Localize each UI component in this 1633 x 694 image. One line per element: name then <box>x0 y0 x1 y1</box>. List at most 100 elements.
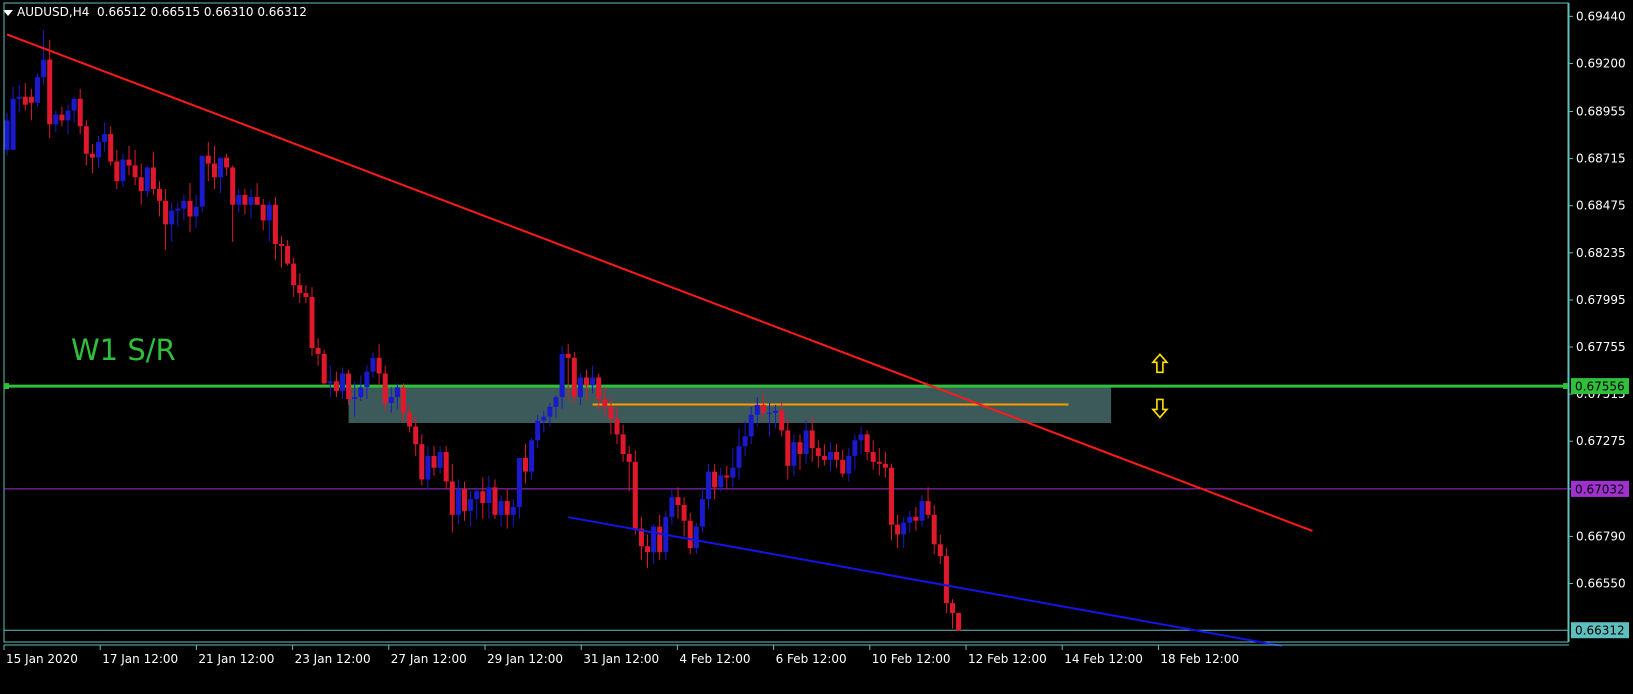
candle-body <box>535 420 541 441</box>
candle-body <box>41 59 47 78</box>
candle-body <box>693 526 699 549</box>
candle-body <box>492 487 498 515</box>
x-tick-label: 31 Jan 12:00 <box>583 652 659 666</box>
candle-body <box>157 189 162 201</box>
candle-body <box>480 491 486 504</box>
candle-body <box>230 167 236 205</box>
x-tick-label: 10 Feb 12:00 <box>872 652 951 666</box>
candle-body <box>889 467 894 525</box>
candle-body <box>279 243 284 246</box>
candle-body <box>742 436 748 447</box>
y-tick-label: 0.68235 <box>1576 246 1626 260</box>
candle-body <box>352 397 358 400</box>
price-chart[interactable]: 0.69440 0.69200 0.68955 0.68715 0.68475 0.682… <box>0 0 1633 694</box>
candle-body <box>937 544 943 557</box>
candle-body <box>571 357 577 398</box>
candle-body <box>340 373 345 392</box>
x-tick-label: 29 Jan 12:00 <box>487 652 563 666</box>
downtrend-line <box>6 33 1313 532</box>
y-tick-label: 0.67275 <box>1576 434 1626 448</box>
candle-body <box>10 98 16 150</box>
candle-body <box>834 452 840 460</box>
candle-body <box>651 526 657 553</box>
candle-body <box>498 501 504 515</box>
candle-body <box>626 453 632 462</box>
candle-body <box>425 455 431 480</box>
candle-body <box>22 96 28 105</box>
candle-body <box>120 159 126 182</box>
support-line <box>568 516 1283 647</box>
candle-body <box>364 371 370 388</box>
candle-body <box>59 114 65 121</box>
candle-body <box>407 412 413 427</box>
candle-body <box>632 461 638 529</box>
x-tick-label: 6 Feb 12:00 <box>776 652 847 666</box>
candle-body <box>449 481 455 515</box>
down-arrow-icon <box>1151 398 1169 419</box>
candle-body <box>925 501 931 515</box>
candle-body <box>150 167 156 190</box>
x-tick-label: 17 Jan 12:00 <box>102 652 178 666</box>
price-tag-label: 0.66312 <box>1575 624 1625 638</box>
candle-body <box>169 210 175 225</box>
candle-body <box>205 155 211 164</box>
candle-body <box>462 489 467 511</box>
x-tick-label: 27 Jan 12:00 <box>391 652 467 666</box>
candle-body <box>828 452 833 460</box>
x-tick-label: 21 Jan 12:00 <box>198 652 274 666</box>
candle-body <box>736 446 742 468</box>
candle-body <box>529 440 535 472</box>
candle-body <box>821 455 827 460</box>
candle-body <box>28 96 34 103</box>
x-tick-label: 18 Feb 12:00 <box>1160 652 1239 666</box>
candle-body <box>712 471 718 488</box>
candle-body <box>419 444 425 480</box>
candle-body <box>285 245 291 264</box>
candle-body <box>608 406 614 419</box>
candle-body <box>346 373 352 400</box>
sr-line-handle-right <box>1563 383 1568 390</box>
candle-body <box>175 208 181 211</box>
candle-body <box>53 114 59 125</box>
candle-body <box>144 167 150 192</box>
candle-body <box>132 165 138 178</box>
candle-body <box>388 397 394 403</box>
y-tick-label: 0.66790 <box>1576 529 1626 543</box>
candle-body <box>297 285 303 294</box>
candle-body <box>376 357 382 374</box>
candle-body <box>779 410 785 431</box>
candle-body <box>767 412 772 414</box>
candle-body <box>65 110 71 121</box>
candle-body <box>47 59 53 125</box>
candle-body <box>260 204 266 221</box>
y-tick-label: 0.66550 <box>1576 577 1626 591</box>
candle-body <box>248 196 254 205</box>
candle-body <box>486 487 492 504</box>
candle-body <box>706 471 711 500</box>
candle-body <box>523 457 528 472</box>
candle-body <box>431 455 437 468</box>
candle-body <box>602 399 608 407</box>
candle-body <box>443 452 449 482</box>
candle-body <box>907 516 913 523</box>
candle-body <box>382 373 388 403</box>
candle-body <box>71 98 77 111</box>
candle-body <box>791 442 797 466</box>
candle-body <box>559 353 565 398</box>
candle-body <box>83 126 89 154</box>
candle-body <box>901 522 907 535</box>
up-arrow-icon <box>1151 353 1169 374</box>
candle-body <box>943 556 949 604</box>
candle-body <box>211 163 217 178</box>
candle-body <box>754 404 760 415</box>
candle-body <box>718 475 724 488</box>
candle-body <box>553 397 559 407</box>
candle-body <box>187 200 193 217</box>
candle-body <box>919 501 925 521</box>
candle-body <box>114 161 120 182</box>
candle-body <box>4 120 10 150</box>
candle-body <box>876 461 882 464</box>
candle-body <box>773 410 779 413</box>
candle-body <box>138 177 144 192</box>
candle-body <box>809 430 815 449</box>
